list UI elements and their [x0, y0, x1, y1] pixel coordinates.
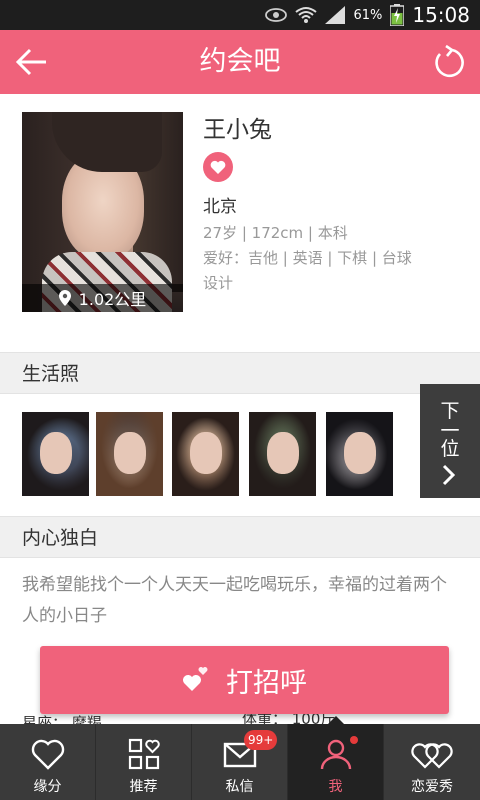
unread-badge: 99+ [244, 730, 278, 750]
profile-card: 1.02公里 王小兔 北京 27岁 | 172cm | 本科 爱好：吉他 | 英… [0, 94, 480, 352]
chevron-right-icon [442, 464, 456, 486]
tab-love-show[interactable]: 恋爱秀 [384, 724, 480, 800]
eye-icon [265, 8, 288, 22]
profile-hobbies: 爱好：吉他 | 英语 | 下棋 | 台球 [203, 249, 412, 267]
tab-label: 私信 [225, 779, 254, 795]
wifi-icon [295, 7, 318, 23]
like-button[interactable] [203, 152, 233, 182]
tab-label: 缘分 [33, 779, 62, 795]
profile-hobbies-more: 设计 [203, 274, 234, 292]
profile-city: 北京 [203, 197, 237, 217]
battery-charging-icon [390, 4, 405, 26]
tab-label: 恋爱秀 [411, 779, 453, 795]
profile-stats: 27岁 | 172cm | 本科 [203, 224, 348, 242]
photo-strip [0, 396, 480, 516]
photo-thumbnail[interactable] [22, 412, 89, 496]
monologue-text: 我希望能找个一个人天天一起吃喝玩乐，幸福的过着两个人的小日子 [22, 575, 447, 626]
person-icon [320, 739, 351, 770]
tab-label: 我 [328, 779, 343, 795]
bottom-tab-bar: 缘分 推荐 99+ 私信 我 恋爱秀 [0, 716, 480, 800]
hearts-icon [183, 667, 208, 691]
distance-badge: 1.02公里 [22, 284, 183, 312]
heart-icon [210, 160, 226, 174]
next-profile-button[interactable]: 下 一 位 [420, 384, 480, 498]
photo-thumbnail[interactable] [326, 412, 393, 496]
next-label-3: 位 [440, 438, 460, 460]
greet-button[interactable]: 打招呼 [40, 646, 449, 714]
heart-outline-icon [31, 739, 64, 770]
photo-thumbnail[interactable] [96, 412, 163, 496]
active-indicator [328, 716, 344, 724]
distance-text: 1.02公里 [78, 290, 147, 309]
battery-percent: 61% [353, 7, 383, 23]
monologue-section-header: 内心独白 [0, 516, 480, 558]
status-bar: 61% 15:08 [0, 0, 480, 30]
photo-thumbnail[interactable] [172, 412, 239, 496]
page-title: 约会吧 [199, 46, 281, 77]
photos-section-header: 生活照 [0, 352, 480, 394]
grid-heart-icon [128, 738, 160, 770]
app-header: 约会吧 [0, 30, 480, 94]
tab-me[interactable]: 我 [288, 716, 384, 800]
tab-label: 推荐 [129, 779, 158, 795]
signal-icon [325, 6, 346, 24]
profile-name: 王小兔 [203, 117, 272, 143]
tab-recommend[interactable]: 推荐 [96, 724, 192, 800]
refresh-icon[interactable] [432, 44, 464, 80]
notification-dot [350, 736, 358, 744]
photo-thumbnail[interactable] [249, 412, 316, 496]
tab-messages[interactable]: 99+ 私信 [192, 724, 288, 800]
monologue-section-title: 内心独白 [22, 527, 99, 549]
profile-photo[interactable]: 1.02公里 [22, 112, 183, 312]
location-pin-icon [58, 290, 71, 306]
greet-label: 打招呼 [226, 667, 307, 699]
tab-fate[interactable]: 缘分 [0, 724, 96, 800]
photos-section-title: 生活照 [22, 363, 80, 385]
clock: 15:08 [412, 3, 470, 27]
double-heart-icon [411, 743, 453, 769]
